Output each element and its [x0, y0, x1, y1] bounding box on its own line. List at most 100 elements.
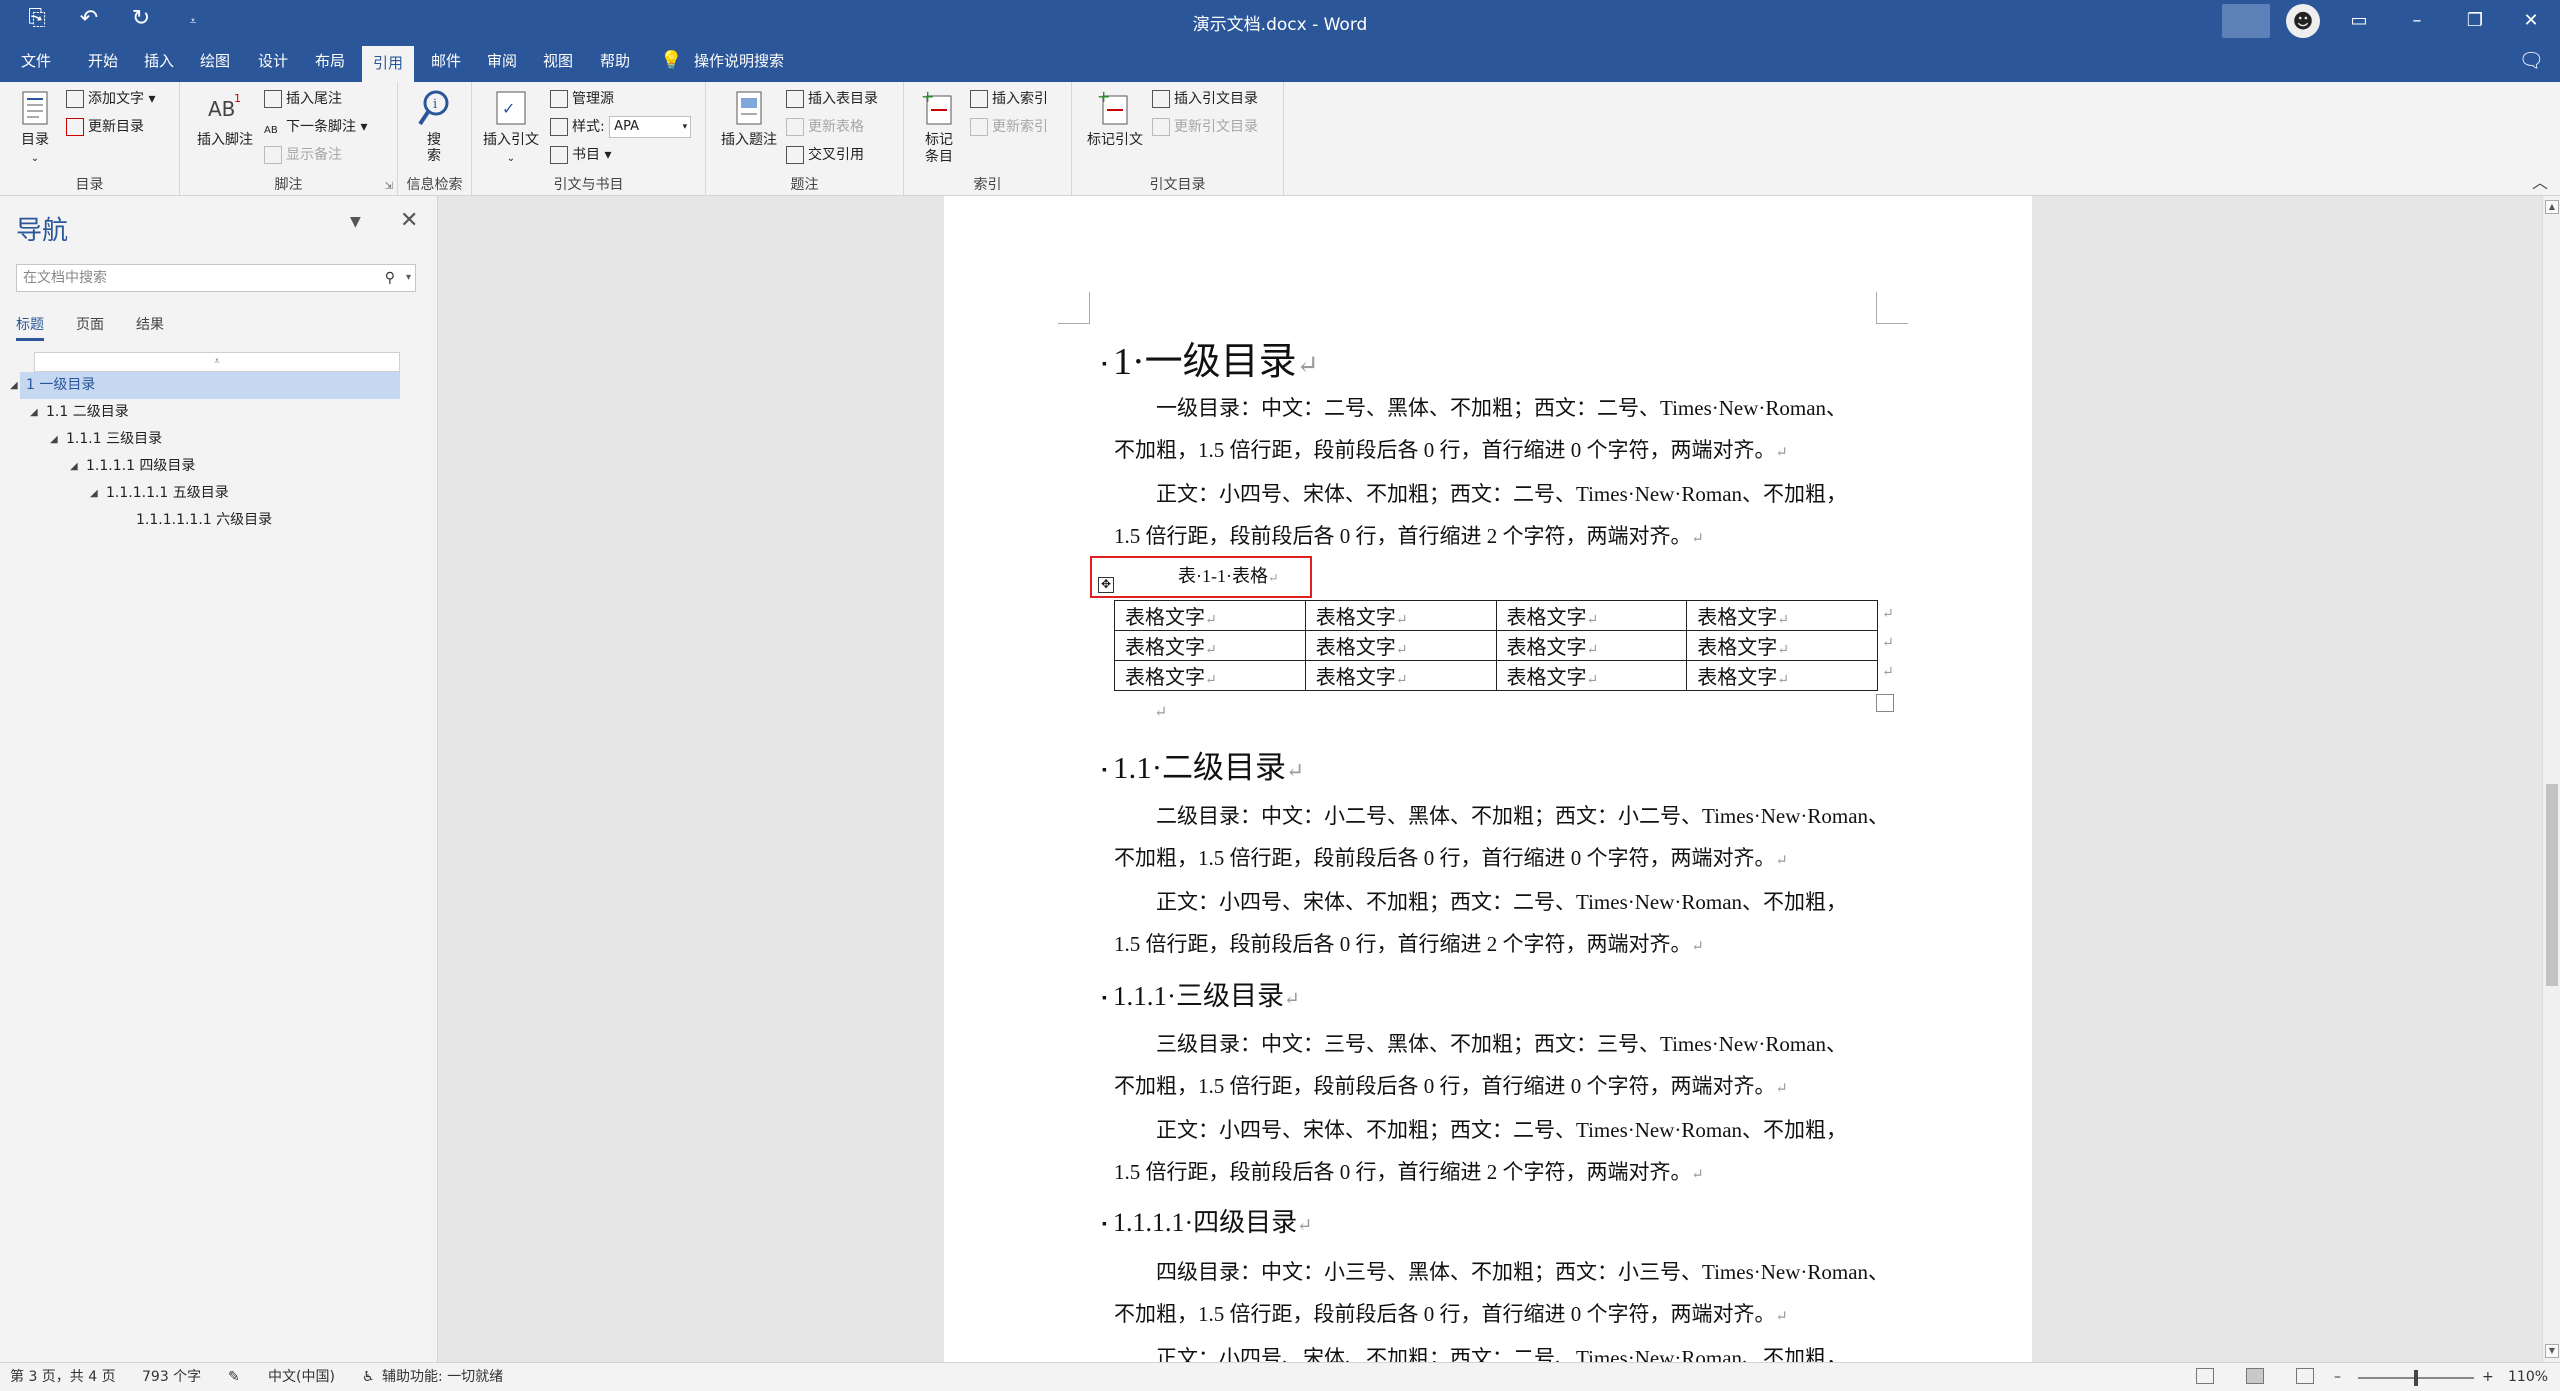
- nav-heading-item[interactable]: 1.1.1.1.1.1 六级目录: [20, 507, 400, 534]
- heading-1[interactable]: ▪ 1·一级目录↵: [1102, 330, 1319, 385]
- bibliography-button[interactable]: 书目 ▾: [550, 142, 611, 168]
- table-cell[interactable]: 表格文字↵: [1114, 600, 1306, 631]
- cross-reference-button[interactable]: 交叉引用: [786, 142, 864, 168]
- insert-caption-button[interactable]: 插入题注: [712, 88, 786, 149]
- tab-home[interactable]: 开始: [80, 44, 126, 82]
- insert-endnote-button[interactable]: 插入尾注: [264, 86, 342, 112]
- paragraph-line[interactable]: 不加粗，1.5 倍行距，段前段后各 0 行，首行缩进 0 个字符，两端对齐。↵: [1114, 1298, 1788, 1328]
- scroll-up-icon[interactable]: ▲: [2545, 200, 2559, 214]
- insert-table-of-figures-button[interactable]: 插入表目录: [786, 86, 878, 112]
- heading-4[interactable]: ▪ 1.1.1.1·四级目录↵: [1102, 1202, 1312, 1239]
- update-toc-button[interactable]: 更新目录: [66, 114, 144, 140]
- tab-file[interactable]: 文件: [14, 44, 58, 82]
- table-caption[interactable]: 表·1-1·表格↵: [1178, 562, 1279, 588]
- table-row[interactable]: 表格文字↵ 表格文字↵ 表格文字↵ 表格文字↵: [1114, 630, 1878, 661]
- nav-search-input[interactable]: 在文档中搜索 ⚲ ▾: [16, 264, 416, 292]
- paragraph-line[interactable]: 一级目录：中文：二号、黑体、不加粗；西文：二号、Times·New·Roman、: [1156, 392, 1847, 422]
- nav-heading-item[interactable]: ◢ 1.1 二级目录: [20, 399, 400, 426]
- accessibility-status[interactable]: 辅助功能: 一切就绪: [382, 1363, 503, 1391]
- tab-insert[interactable]: 插入: [136, 44, 182, 82]
- dialog-launcher-icon[interactable]: ⇲: [385, 181, 393, 192]
- account-name-block[interactable]: [2222, 4, 2270, 38]
- paragraph-line[interactable]: 1.5 倍行距，段前段后各 0 行，首行缩进 2 个字符，两端对齐。↵: [1114, 928, 1704, 958]
- ribbon-display-options-icon[interactable]: ▭: [2330, 0, 2388, 44]
- table-cell[interactable]: 表格文字↵: [1304, 630, 1497, 661]
- language-indicator[interactable]: 中文(中国): [268, 1363, 335, 1391]
- nav-tab-results[interactable]: 结果: [136, 314, 164, 334]
- insert-footnote-button[interactable]: AB 1 插入脚注: [190, 88, 260, 149]
- mark-citation-button[interactable]: + 标记引文: [1080, 88, 1150, 149]
- paragraph-line[interactable]: 正文：小四号、宋体、不加粗；西文：二号、Times·New·Roman、不加粗，: [1156, 886, 1847, 916]
- read-mode-icon[interactable]: [2196, 1368, 2214, 1384]
- heading-3[interactable]: ▪ 1.1.1·三级目录↵: [1102, 974, 1300, 1013]
- tab-layout[interactable]: 布局: [307, 44, 353, 82]
- tab-draw[interactable]: 绘图: [192, 44, 238, 82]
- print-layout-icon[interactable]: [2246, 1368, 2264, 1384]
- nav-tab-headings[interactable]: 标题: [16, 314, 44, 341]
- tab-help[interactable]: 帮助: [592, 44, 638, 82]
- scroll-thumb[interactable]: [2546, 784, 2558, 986]
- document-page[interactable]: ▪ 1·一级目录↵ 一级目录：中文：二号、黑体、不加粗；西文：二号、Times·N…: [944, 196, 2032, 1362]
- expand-arrow-icon[interactable]: ◢: [70, 453, 78, 480]
- tab-mailings[interactable]: 邮件: [423, 44, 469, 82]
- manage-sources-button[interactable]: 管理源: [550, 86, 614, 112]
- next-footnote-button[interactable]: AB 下一条脚注 ▾: [264, 114, 367, 140]
- add-text-button[interactable]: 添加文字 ▾: [66, 86, 155, 112]
- paragraph-line[interactable]: 二级目录：中文：小二号、黑体、不加粗；西文：小二号、Times·New·Roma…: [1156, 800, 1889, 830]
- style-selector[interactable]: 样式: APA ▾: [550, 114, 692, 140]
- collapse-ribbon-icon[interactable]: ︿: [2532, 169, 2548, 193]
- expand-arrow-icon[interactable]: ◢: [30, 399, 38, 426]
- insert-index-button[interactable]: 插入索引: [970, 86, 1048, 112]
- nav-tab-pages[interactable]: 页面: [76, 314, 104, 334]
- mark-entry-button[interactable]: + 标记条目: [908, 88, 970, 166]
- paragraph-line[interactable]: 不加粗，1.5 倍行距，段前段后各 0 行，首行缩进 0 个字符，两端对齐。↵: [1114, 1070, 1788, 1100]
- paragraph-line[interactable]: 1.5 倍行距，段前段后各 0 行，首行缩进 2 个字符，两端对齐。↵: [1114, 1156, 1704, 1186]
- tab-design[interactable]: 设计: [250, 44, 296, 82]
- web-layout-icon[interactable]: [2296, 1368, 2314, 1384]
- insert-citation-button[interactable]: ✓ 插入引文 ⌄: [476, 88, 546, 167]
- vertical-scrollbar[interactable]: ▲ ▼: [2542, 196, 2560, 1362]
- style-dropdown[interactable]: APA ▾: [609, 116, 692, 138]
- expand-arrow-icon[interactable]: ◢: [10, 372, 18, 399]
- table-cell[interactable]: 表格文字↵: [1686, 630, 1878, 661]
- page-count[interactable]: 第 3 页，共 4 页: [10, 1363, 116, 1391]
- heading-2[interactable]: ▪ 1.1·二级目录↵: [1102, 742, 1304, 787]
- nav-heading-item[interactable]: ◢ 1.1.1 三级目录: [20, 426, 400, 453]
- zoom-in-icon[interactable]: +: [2482, 1363, 2494, 1391]
- search-icon[interactable]: ⚲: [385, 265, 395, 291]
- zoom-level[interactable]: 110%: [2508, 1363, 2548, 1391]
- paragraph-line[interactable]: 不加粗，1.5 倍行距，段前段后各 0 行，首行缩进 0 个字符，两端对齐。↵: [1114, 842, 1788, 872]
- insert-toa-button[interactable]: 插入引文目录: [1152, 86, 1258, 112]
- paragraph-line[interactable]: 四级目录：中文：小三号、黑体、不加粗；西文：小三号、Times·New·Roma…: [1156, 1256, 1889, 1286]
- update-table-button[interactable]: 更新表格: [786, 114, 864, 140]
- expand-arrow-icon[interactable]: ◢: [50, 426, 58, 453]
- close-icon[interactable]: ✕: [2502, 0, 2560, 44]
- avatar[interactable]: ☻: [2286, 4, 2320, 38]
- tab-review[interactable]: 审阅: [479, 44, 525, 82]
- zoom-out-icon[interactable]: –: [2334, 1363, 2341, 1391]
- toc-button[interactable]: 目录 ⌄: [4, 88, 66, 167]
- scroll-down-icon[interactable]: ▼: [2545, 1344, 2559, 1358]
- update-toa-button[interactable]: 更新引文目录: [1152, 114, 1258, 140]
- comments-icon[interactable]: 🗨: [2519, 48, 2544, 72]
- update-index-button[interactable]: 更新索引: [970, 114, 1048, 140]
- expand-arrow-icon[interactable]: ◢: [90, 480, 98, 507]
- tell-me-search[interactable]: 操作说明搜索: [694, 44, 784, 78]
- table-cell[interactable]: 表格文字↵: [1686, 600, 1878, 631]
- collapse-all-icon[interactable]: ⩡: [34, 352, 400, 372]
- paragraph-line[interactable]: 不加粗，1.5 倍行距，段前段后各 0 行，首行缩进 0 个字符，两端对齐。↵: [1114, 434, 1788, 464]
- table-resize-handle[interactable]: [1876, 694, 1894, 712]
- table-cell[interactable]: 表格文字↵: [1686, 660, 1878, 691]
- paragraph-line[interactable]: 正文：小四号、宋体、不加粗；西文：二号、Times·New·Roman、不加粗，: [1156, 1342, 1847, 1362]
- table-row[interactable]: 表格文字↵ 表格文字↵ 表格文字↵ 表格文字↵: [1114, 600, 1878, 631]
- paragraph-line[interactable]: 三级目录：中文：三号、黑体、不加粗；西文：三号、Times·New·Roman、: [1156, 1028, 1847, 1058]
- word-count[interactable]: 793 个字: [142, 1363, 201, 1391]
- table-cell[interactable]: 表格文字↵: [1114, 660, 1306, 691]
- paragraph-line[interactable]: 1.5 倍行距，段前段后各 0 行，首行缩进 2 个字符，两端对齐。↵: [1114, 520, 1704, 550]
- zoom-slider-thumb[interactable]: [2414, 1370, 2418, 1386]
- paragraph-line[interactable]: 正文：小四号、宋体、不加粗；西文：二号、Times·New·Roman、不加粗，: [1156, 1114, 1847, 1144]
- paragraph-line[interactable]: 正文：小四号、宋体、不加粗；西文：二号、Times·New·Roman、不加粗，: [1156, 478, 1847, 508]
- table-cell[interactable]: 表格文字↵: [1304, 660, 1497, 691]
- proofing-icon[interactable]: ✎: [228, 1363, 240, 1391]
- chevron-down-icon[interactable]: ▾: [406, 265, 411, 291]
